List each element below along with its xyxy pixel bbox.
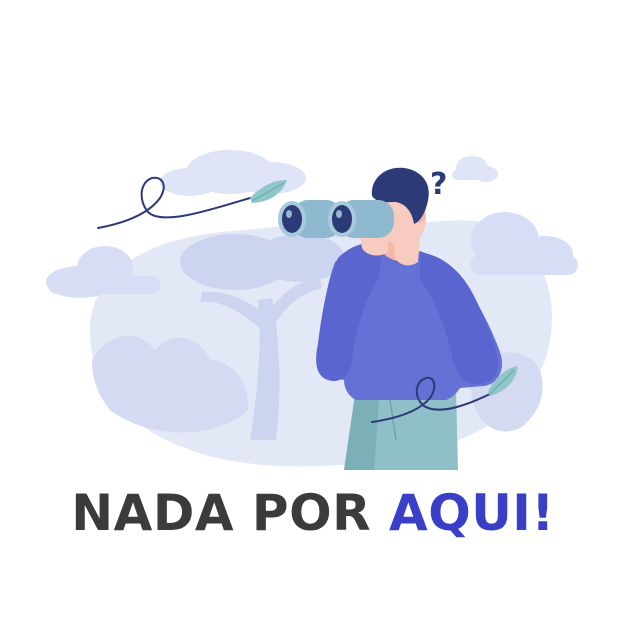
cloud-icon-right [470,212,578,275]
person-hand-right [394,231,420,266]
caption-text: NADA POR [71,484,389,542]
empty-state-illustration: ? [46,150,578,470]
binoculars-icon [278,200,394,238]
cloud-icon-small [452,156,498,182]
empty-state-caption: NADA POR AQUI! [0,478,626,548]
cloud-icon-top [160,150,306,196]
question-mark-icon: ? [430,167,447,202]
caption-highlight: AQUI! [389,484,555,542]
empty-state: ? NADA POR AQUI! [0,0,626,626]
